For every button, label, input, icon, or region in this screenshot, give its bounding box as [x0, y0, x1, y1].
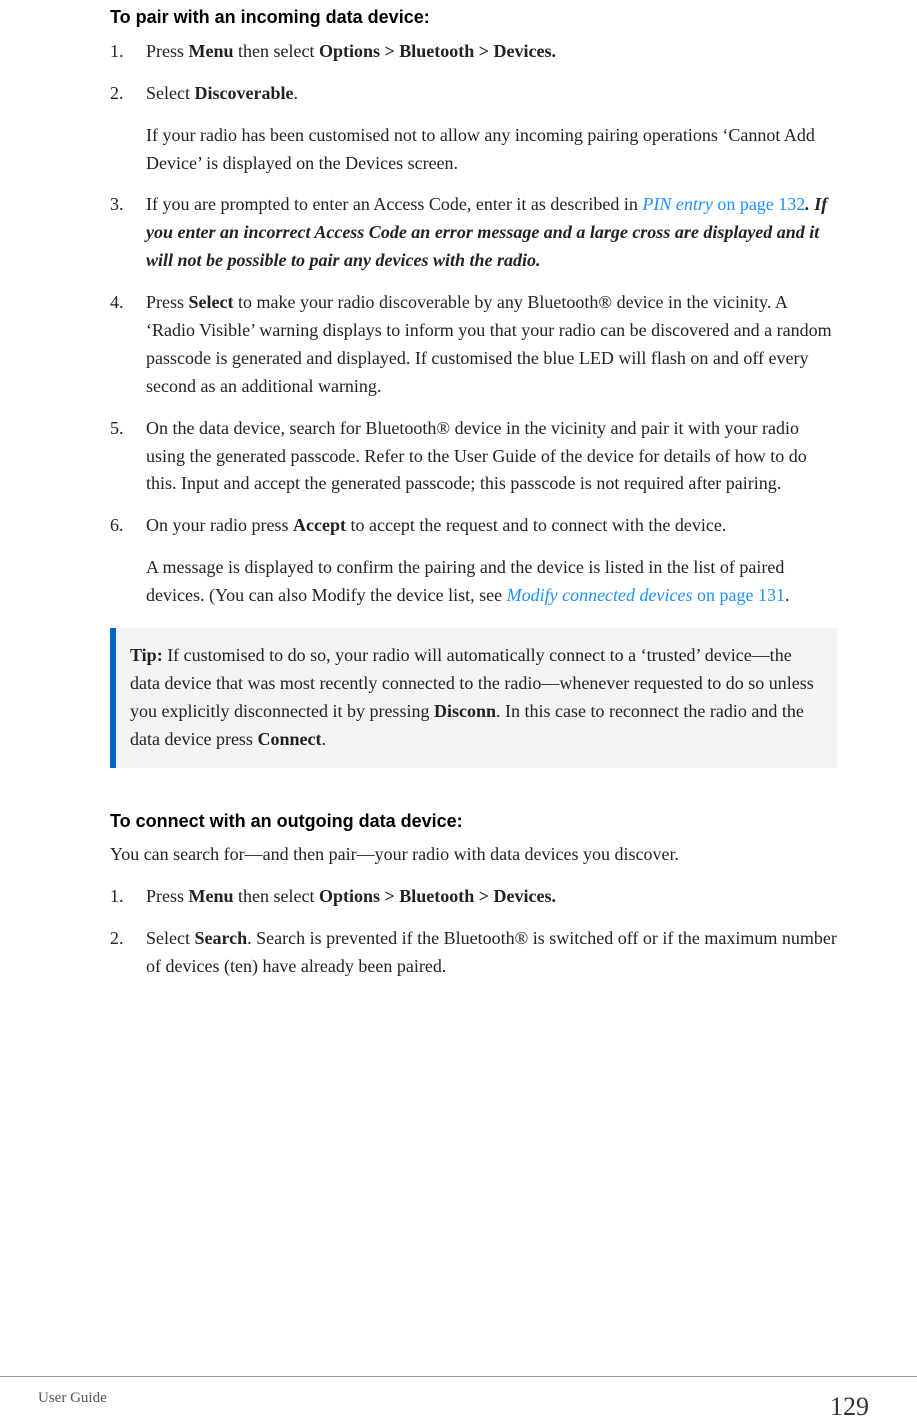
list-item: Press Select to make your radio discover… [110, 289, 837, 401]
text: . [805, 194, 814, 214]
text: . Search is prevented if the Bluetooth® … [146, 928, 837, 976]
nav-path: Options > Bluetooth > Devices. [319, 886, 556, 906]
list-item: On the data device, search for Bluetooth… [110, 415, 837, 499]
page-number: 129 [830, 1387, 869, 1427]
section-heading-incoming: To pair with an incoming data device: [110, 4, 837, 32]
text: Press [146, 41, 189, 61]
text: then select [234, 41, 319, 61]
text: Select [146, 928, 194, 948]
accept-key: Accept [293, 515, 346, 535]
link-modify-devices[interactable]: Modify connected devices [507, 585, 693, 605]
text: . [321, 729, 326, 749]
followup-note: A message is displayed to confirm the pa… [146, 554, 837, 610]
section-heading-outgoing: To connect with an outgoing data device: [110, 808, 837, 836]
disconn-key: Disconn [434, 701, 496, 721]
list-item: Press Menu then select Options > Bluetoo… [110, 38, 837, 66]
outgoing-steps-list: Press Menu then select Options > Bluetoo… [110, 883, 837, 981]
intro-paragraph: You can search for—and then pair—your ra… [110, 841, 837, 869]
text: to accept the request and to connect wit… [346, 515, 726, 535]
connect-key: Connect [257, 729, 321, 749]
list-item: Press Menu then select Options > Bluetoo… [110, 883, 837, 911]
footer-title: User Guide [38, 1387, 107, 1410]
text: On your radio press [146, 515, 293, 535]
list-item: Select Search. Search is prevented if th… [110, 925, 837, 981]
incoming-steps-list: Press Menu then select Options > Bluetoo… [110, 38, 837, 610]
search-key: Search [194, 928, 247, 948]
menu-key: Menu [189, 41, 234, 61]
page-footer: User Guide 129 [0, 1376, 917, 1387]
list-item: On your radio press Accept to accept the… [110, 512, 837, 610]
link-pin-entry[interactable]: PIN entry [642, 194, 712, 214]
followup-note: If your radio has been customised not to… [146, 122, 837, 178]
text: to make your radio discoverable by any B… [146, 292, 832, 396]
text: Press [146, 292, 189, 312]
list-item: If you are prompted to enter an Access C… [110, 191, 837, 275]
text: Press [146, 886, 189, 906]
text: then select [234, 886, 319, 906]
select-key: Select [189, 292, 234, 312]
nav-path: Options > Bluetooth > Devices. [319, 41, 556, 61]
list-item: Select Discoverable. If your radio has b… [110, 80, 837, 178]
link-page-ref[interactable]: on page 131 [693, 585, 785, 605]
tip-label: Tip: [130, 645, 163, 665]
option-discoverable: Discoverable [194, 83, 293, 103]
text: If you are prompted to enter an Access C… [146, 194, 642, 214]
text: . [785, 585, 790, 605]
text: Select [146, 83, 194, 103]
menu-key: Menu [189, 886, 234, 906]
text: . [293, 83, 298, 103]
tip-callout: Tip: If customised to do so, your radio … [110, 628, 837, 768]
link-page-ref[interactable]: on page 132 [713, 194, 805, 214]
